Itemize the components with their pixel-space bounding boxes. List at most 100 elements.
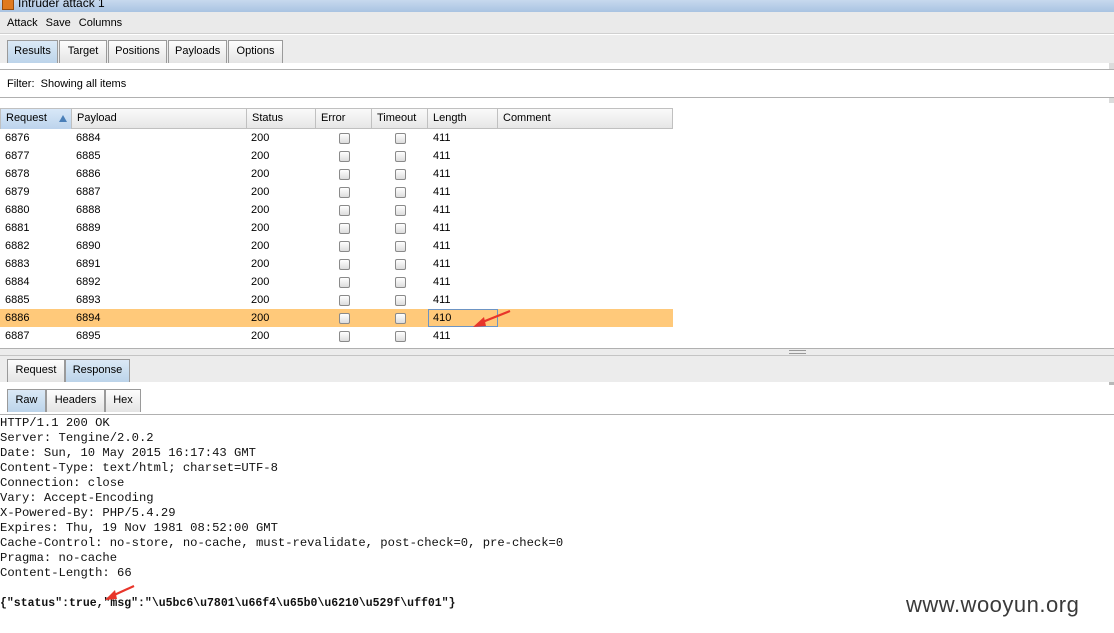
timeout-checkbox[interactable]	[395, 331, 406, 342]
tab-options[interactable]: Options	[228, 40, 283, 63]
filter-bar[interactable]: Filter: Showing all items	[0, 69, 1114, 98]
cell-status: 200	[251, 204, 270, 216]
table-row[interactable]: 6879 6887 200 411	[0, 183, 673, 201]
column-header-payload[interactable]: Payload	[72, 109, 247, 129]
error-checkbox[interactable]	[339, 331, 350, 342]
cell-request: 6881	[5, 222, 30, 234]
timeout-checkbox[interactable]	[395, 169, 406, 180]
table-row[interactable]: 6885 6893 200 411	[0, 291, 673, 309]
response-line: Server: Tengine/2.0.2	[0, 431, 154, 445]
table-empty-area	[673, 108, 1114, 348]
response-line: Vary: Accept-Encoding	[0, 491, 154, 505]
table-row[interactable]: 6880 6888 200 411	[0, 201, 673, 219]
cell-length: 411	[433, 294, 451, 306]
cell-request: 6883	[5, 258, 30, 270]
timeout-checkbox[interactable]	[395, 241, 406, 252]
timeout-checkbox[interactable]	[395, 313, 406, 324]
timeout-checkbox[interactable]	[395, 295, 406, 306]
menu-columns[interactable]: Columns	[79, 17, 122, 29]
cell-length: 411	[433, 132, 451, 144]
table-row[interactable]: 6884 6892 200 411	[0, 273, 673, 291]
cell-status: 200	[251, 132, 270, 144]
table-row[interactable]: 6878 6886 200 411	[0, 165, 673, 183]
splitter-grip-icon[interactable]	[789, 350, 806, 354]
column-header-error[interactable]: Error	[316, 109, 372, 129]
tab-raw[interactable]: Raw	[7, 389, 46, 412]
timeout-checkbox[interactable]	[395, 205, 406, 216]
cell-comment	[497, 237, 502, 255]
error-checkbox[interactable]	[339, 223, 350, 234]
tab-request[interactable]: Request	[7, 359, 65, 382]
cell-request: 6879	[5, 186, 30, 198]
timeout-checkbox[interactable]	[395, 151, 406, 162]
cell-payload: 6891	[76, 258, 101, 270]
tab-results[interactable]: Results	[7, 40, 58, 63]
timeout-checkbox[interactable]	[395, 187, 406, 198]
response-line: Content-Type: text/html; charset=UTF-8	[0, 461, 278, 475]
error-checkbox[interactable]	[339, 151, 350, 162]
pane-splitter[interactable]	[0, 348, 1114, 356]
cell-status: 200	[251, 330, 270, 342]
error-checkbox[interactable]	[339, 313, 350, 324]
error-checkbox[interactable]	[339, 241, 350, 252]
column-header-length[interactable]: Length	[428, 109, 498, 129]
burp-app-icon	[2, 0, 14, 10]
tab-hex[interactable]: Hex	[105, 389, 141, 412]
tab-target[interactable]: Target	[59, 40, 107, 63]
cell-status: 200	[251, 276, 270, 288]
column-header-request[interactable]: Request	[1, 109, 72, 129]
table-row[interactable]: 6882 6890 200 411	[0, 237, 673, 255]
cell-payload: 6887	[76, 186, 101, 198]
response-line: Cache-Control: no-store, no-cache, must-…	[0, 536, 564, 550]
error-checkbox[interactable]	[339, 133, 350, 144]
cell-payload: 6894	[76, 312, 101, 324]
cell-payload: 6892	[76, 276, 101, 288]
cell-comment	[497, 201, 502, 219]
cell-request: 6877	[5, 150, 30, 162]
cell-length: 411	[433, 150, 451, 162]
cell-length: 411	[433, 204, 451, 216]
column-header-comment[interactable]: Comment	[498, 109, 674, 129]
timeout-checkbox[interactable]	[395, 277, 406, 288]
table-row[interactable]: 6876 6884 200 411	[0, 129, 673, 147]
cell-request: 6880	[5, 204, 30, 216]
cell-length: 411	[433, 168, 451, 180]
error-checkbox[interactable]	[339, 295, 350, 306]
response-line: Expires: Thu, 19 Nov 1981 08:52:00 GMT	[0, 521, 278, 535]
cell-length: 411	[433, 330, 451, 342]
cell-status: 200	[251, 258, 270, 270]
menu-attack[interactable]: Attack	[7, 17, 38, 29]
response-line: Connection: close	[0, 476, 125, 490]
cell-payload: 6885	[76, 150, 101, 162]
main-tab-bar: Results Target Positions Payloads Option…	[0, 35, 1114, 63]
response-body: {"status":true,"msg":"\u5bc6\u7801\u66f4…	[0, 597, 456, 610]
red-annotation-arrow-icon	[105, 584, 135, 600]
results-table: Request Payload Status Error Timeout Len…	[0, 108, 674, 345]
error-checkbox[interactable]	[339, 169, 350, 180]
error-checkbox[interactable]	[339, 277, 350, 288]
filter-text: Filter: Showing all items	[7, 78, 127, 90]
tab-headers[interactable]: Headers	[46, 389, 105, 412]
timeout-checkbox[interactable]	[395, 133, 406, 144]
menu-save[interactable]: Save	[46, 17, 71, 29]
cell-request: 6882	[5, 240, 30, 252]
tab-positions[interactable]: Positions	[108, 40, 167, 63]
column-header-timeout[interactable]: Timeout	[372, 109, 428, 129]
table-row[interactable]: 6881 6889 200 411	[0, 219, 673, 237]
error-checkbox[interactable]	[339, 205, 350, 216]
timeout-checkbox[interactable]	[395, 259, 406, 270]
error-checkbox[interactable]	[339, 187, 350, 198]
error-checkbox[interactable]	[339, 259, 350, 270]
cell-comment	[497, 273, 502, 291]
table-row[interactable]: 6887 6895 200 411	[0, 327, 673, 345]
column-header-status[interactable]: Status	[247, 109, 316, 129]
cell-request: 6886	[5, 312, 30, 324]
timeout-checkbox[interactable]	[395, 223, 406, 234]
tab-response[interactable]: Response	[65, 359, 130, 382]
tab-payloads[interactable]: Payloads	[168, 40, 227, 63]
table-row-selected[interactable]: 6886 6894 200 410	[0, 309, 673, 327]
table-row[interactable]: 6883 6891 200 411	[0, 255, 673, 273]
cell-comment	[497, 219, 502, 237]
cell-length: 411	[433, 222, 451, 234]
table-row[interactable]: 6877 6885 200 411	[0, 147, 673, 165]
